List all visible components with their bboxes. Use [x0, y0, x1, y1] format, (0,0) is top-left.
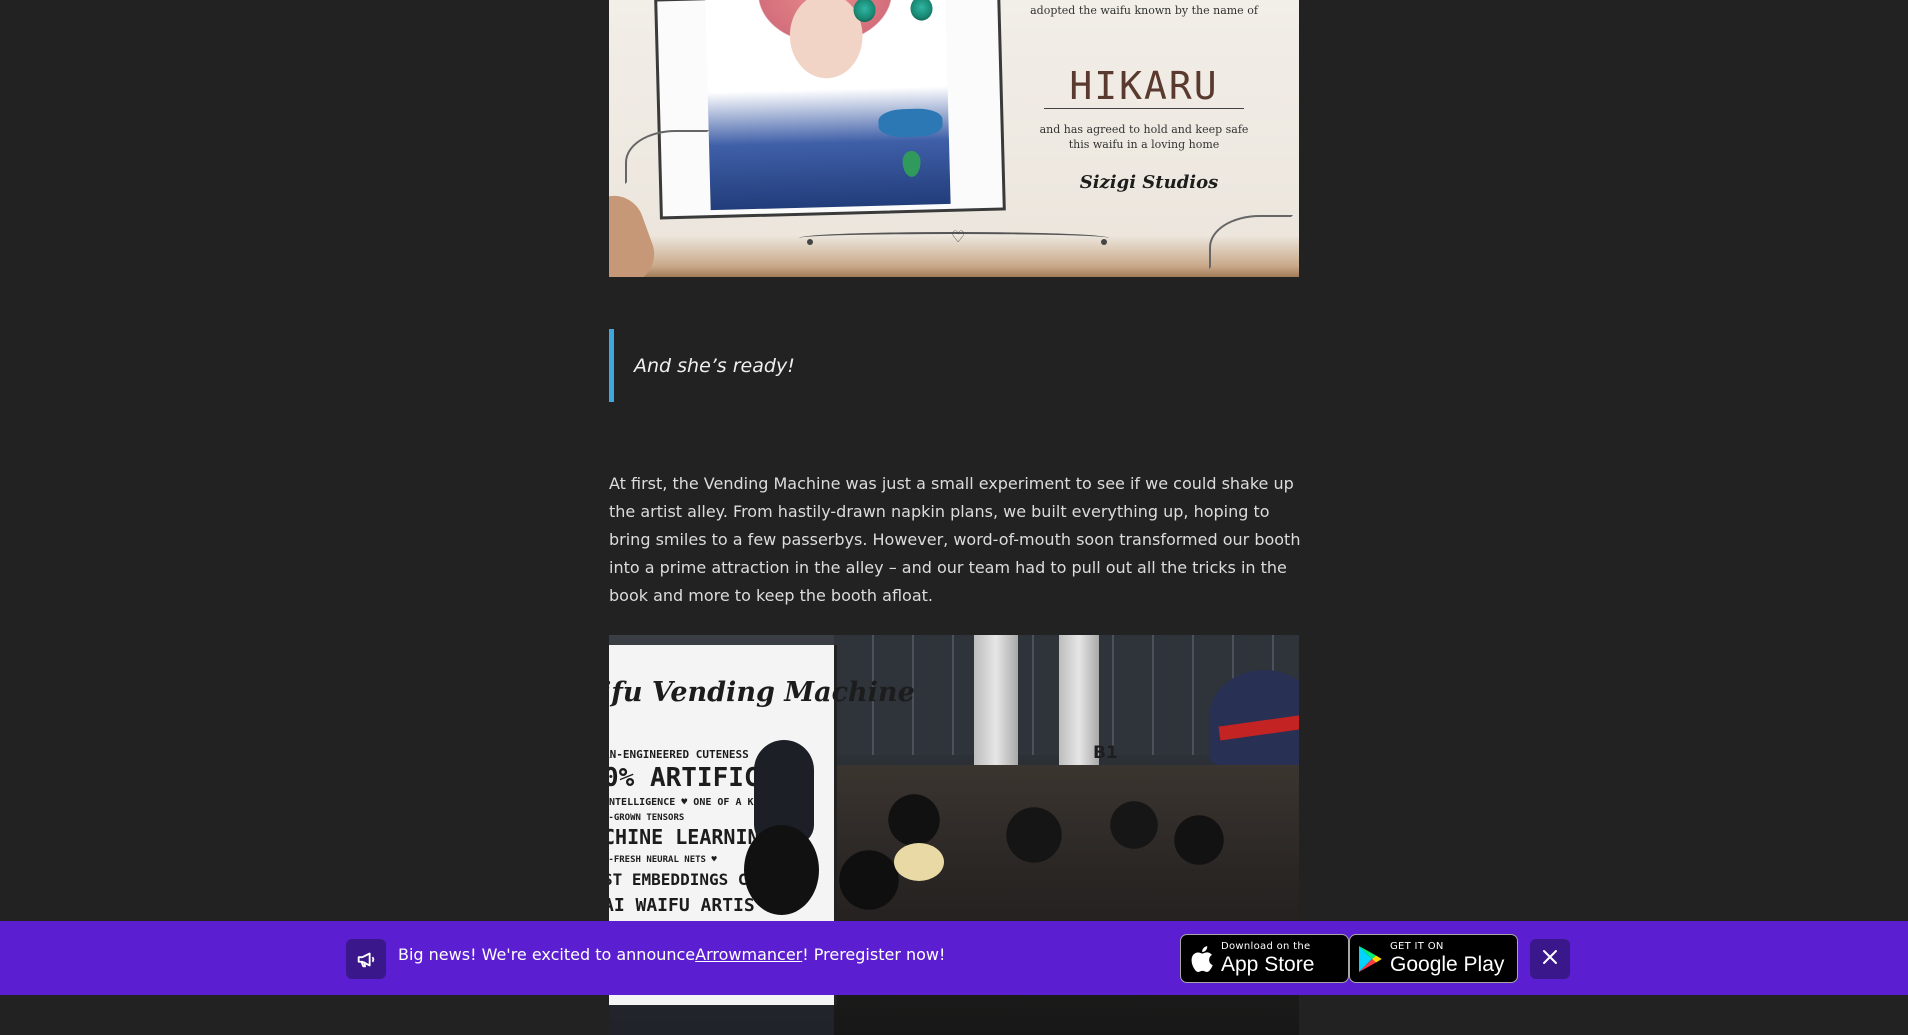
corner-ornament	[1209, 215, 1293, 269]
body-paragraph: At first, the Vending Machine was just a…	[609, 474, 1301, 605]
banner-line: CHINE LEARNING	[609, 825, 772, 849]
banner-title: ifu Vending Machine	[609, 677, 915, 708]
close-icon	[1542, 949, 1558, 969]
eye-left	[853, 0, 876, 23]
plush-toy	[894, 843, 944, 881]
announcement-message: Big news! We're excited to announce Arro…	[398, 921, 945, 987]
certificate-agreement-text: and has agreed to hold and keep safe thi…	[1039, 123, 1249, 151]
blockquote-text: And she’s ready!	[634, 354, 795, 377]
certificate-waifu-name: HIKARU	[1044, 64, 1244, 109]
banner-line: AN-ENGINEERED CUTENESS	[609, 748, 749, 761]
ornament-dot	[807, 239, 813, 245]
announcement-bar: Big news! We're excited to announce Arro…	[0, 921, 1908, 995]
app-store-big-text: App Store	[1221, 953, 1315, 976]
hall-sign: B1	[1093, 743, 1118, 763]
megaphone-icon	[346, 939, 386, 979]
gem	[902, 150, 921, 178]
visitor-head	[744, 825, 819, 915]
eye-right	[910, 0, 933, 21]
corner-ornament	[625, 130, 709, 184]
apple-icon	[1181, 944, 1221, 974]
announcement-suffix: ! Preregister now!	[802, 944, 946, 964]
thumb	[609, 187, 663, 277]
banner-line: INTELLIGENCE ♥ ONE OF A KIND	[609, 797, 772, 808]
heart-icon: ♡	[951, 227, 966, 246]
app-store-small-text: Download on the	[1221, 941, 1311, 952]
ornament-dot	[1101, 239, 1107, 245]
adoption-certificate-image: adopted the waifu known by the name of H…	[609, 0, 1299, 277]
waifu-illustration	[705, 0, 951, 211]
banner-line: A-FRESH NEURAL NETS ♥	[609, 855, 717, 865]
google-play-small-text: GET IT ON	[1390, 941, 1444, 952]
close-announcement-button[interactable]	[1530, 939, 1570, 979]
certificate-adopted-text: adopted the waifu known by the name of	[1030, 4, 1258, 17]
arrowmancer-link[interactable]: Arrowmancer	[695, 945, 802, 964]
google-play-button[interactable]: GET IT ON Google Play	[1349, 934, 1518, 983]
bow-tie	[878, 108, 943, 138]
app-store-button[interactable]: Download on the App Store	[1180, 934, 1349, 983]
waifu-illustration-frame	[654, 0, 1006, 220]
banner-line: E-GROWN TENSORS	[609, 813, 685, 823]
google-play-big-text: Google Play	[1390, 953, 1505, 976]
blockquote: And she’s ready!	[609, 329, 1299, 402]
play-icon	[1350, 944, 1390, 974]
certificate-studio-name: Sizigi Studios	[1079, 172, 1219, 193]
banner-line: AI WAIFU ARTIS	[609, 895, 755, 916]
announcement-prefix: Big news! We're excited to announce	[398, 944, 696, 964]
